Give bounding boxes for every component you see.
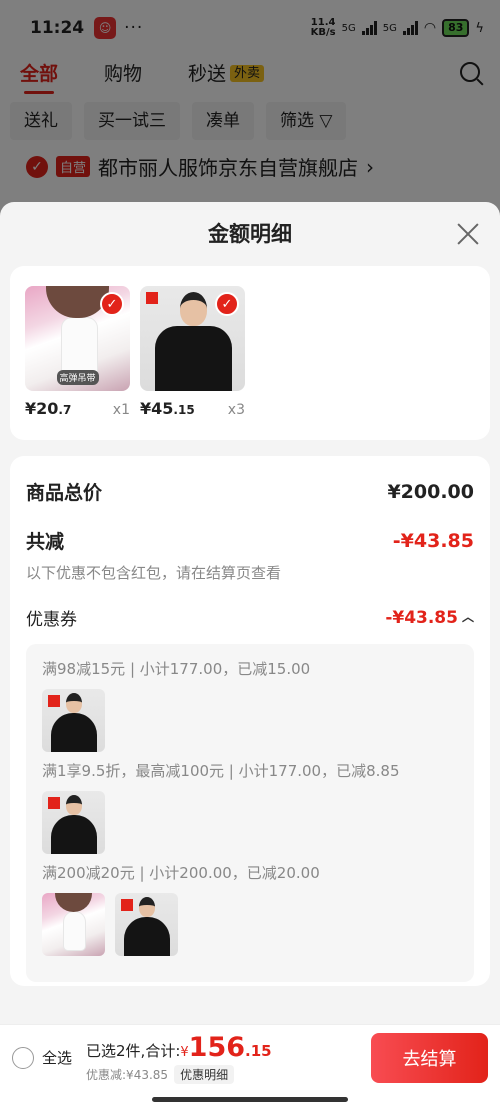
coupon-label: 优惠券 <box>26 610 77 630</box>
coupon-products <box>42 791 458 854</box>
brand-logo-icon <box>146 292 158 304</box>
coupon-product-image <box>42 689 105 752</box>
product-price: ¥45.15 <box>140 399 195 418</box>
product-qty: x3 <box>227 402 245 418</box>
product-list: 高弹吊带 ✓ ¥20.7 x1 ✓ ¥45.15 x3 <box>10 266 490 440</box>
coupon-product-image <box>42 893 105 956</box>
reduce-value: -¥43.85 <box>392 529 474 552</box>
checked-icon: ✓ <box>215 292 239 316</box>
coupon-row[interactable]: 优惠券 -¥43.85 ︿ <box>26 605 474 631</box>
select-all-label[interactable]: 全选 <box>42 1047 72 1068</box>
discount-detail-button[interactable]: 优惠明细 <box>174 1064 235 1084</box>
reduce-label: 共减 <box>26 531 65 553</box>
home-indicator[interactable] <box>152 1097 348 1102</box>
select-all-radio[interactable] <box>12 1046 34 1069</box>
product-image-white-top: 高弹吊带 ✓ <box>25 286 130 391</box>
chevron-up-icon: ︿ <box>461 609 474 624</box>
total-value: ¥200.00 <box>387 480 474 503</box>
close-icon[interactable] <box>456 222 480 246</box>
reduce-note: 以下优惠不包含红包，请在结算页查看 <box>26 564 282 582</box>
sheet-header: 金额明细 <box>0 202 500 266</box>
checkout-button[interactable]: 去结算 <box>371 1032 488 1083</box>
checked-icon: ✓ <box>100 292 124 316</box>
coupon-line: 满98减15元 | 小计177.00，已减15.00 <box>42 660 311 678</box>
product-image-black-polo: ✓ <box>140 286 245 391</box>
product-item[interactable]: 高弹吊带 ✓ ¥20.7 x1 <box>25 286 130 440</box>
price-summary: 商品总价 ¥200.00 共减 -¥43.85 以下优惠不包含红包，请在结算页查… <box>10 456 490 986</box>
coupon-products <box>42 689 458 752</box>
coupon-line: 满200减20元 | 小计200.00，已减20.00 <box>42 864 320 882</box>
coupon-line: 满1享9.5折，最高减100元 | 小计177.00，已减8.85 <box>42 762 400 780</box>
coupon-value[interactable]: -¥43.85 ︿ <box>385 608 474 628</box>
coupon-details: 满98减15元 | 小计177.00，已减15.00 满1享9.5折，最高减10… <box>26 644 474 982</box>
product-price: ¥20.7 <box>25 399 72 418</box>
amount-detail-sheet: 金额明细 高弹吊带 ✓ ¥20.7 x1 ✓ ¥45.15 x3 商品总价 ¥2… <box>0 202 500 1024</box>
product-item[interactable]: ✓ ¥45.15 x3 <box>140 286 245 440</box>
coupon-product-image <box>42 791 105 854</box>
sheet-title: 金额明细 <box>208 222 292 246</box>
coupon-product-image <box>115 893 178 956</box>
discount-summary: 优惠减:¥43.85 优惠明细 <box>86 1064 272 1084</box>
total-row: 商品总价 ¥200.00 <box>26 478 474 505</box>
checkout-bar: 全选 已选2件,合计:¥156.15 优惠减:¥43.85 优惠明细 去结算 <box>0 1024 500 1090</box>
product-qty: x1 <box>112 402 130 418</box>
total-label: 商品总价 <box>26 482 103 504</box>
reduce-row: 共减 -¥43.85 <box>26 527 474 554</box>
coupon-products <box>42 893 458 956</box>
discount-text: 优惠减:¥43.85 <box>86 1067 169 1082</box>
cart-totals: 已选2件,合计:¥156.15 优惠减:¥43.85 优惠明细 <box>86 1032 272 1084</box>
selected-total: 已选2件,合计:¥156.15 <box>86 1031 272 1063</box>
